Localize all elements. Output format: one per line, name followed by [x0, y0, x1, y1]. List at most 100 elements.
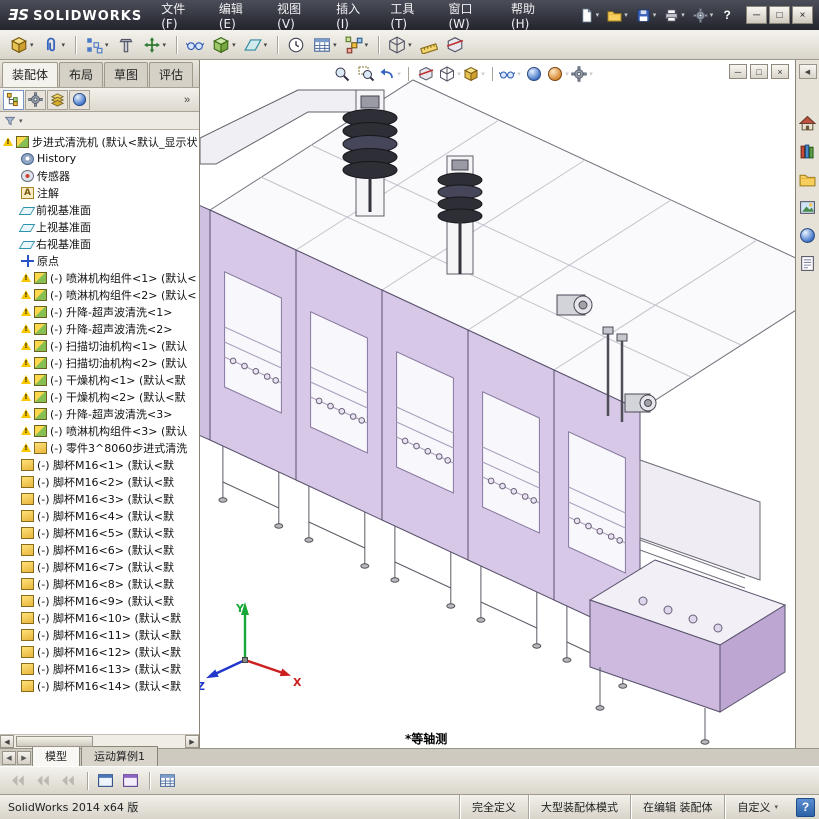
tree-item[interactable]: (-) 脚杯M16<12> (默认<默 [0, 643, 199, 660]
graphics-area[interactable]: Y X Z ─□× *等轴测 [200, 60, 795, 748]
minimize-button[interactable]: ─ [746, 6, 767, 24]
tree-item[interactable]: ! (-) 零件3^8060步进式清洗 [0, 439, 199, 456]
custom-properties-tab[interactable] [797, 253, 818, 274]
tree-item[interactable]: (-) 脚杯M16<11> (默认<默 [0, 626, 199, 643]
solidworks-resources-tab[interactable] [797, 113, 818, 134]
options-button[interactable] [690, 5, 717, 26]
tree-item[interactable]: ! (-) 扫描切油机构<2> (默认 [0, 354, 199, 371]
reference-geometry-button[interactable] [240, 32, 272, 58]
smart-fasteners-button[interactable] [113, 32, 139, 58]
document-tab[interactable]: 运动算例1 [81, 746, 158, 766]
tree-item[interactable]: ! (-) 干燥机构<1> (默认<默 [0, 371, 199, 388]
mate-button[interactable] [38, 32, 70, 58]
edit-appearance-button[interactable] [522, 63, 546, 85]
scroll-left-button[interactable]: ◀ [0, 735, 14, 748]
tree-item[interactable]: (-) 脚杯M16<1> (默认<默 [0, 456, 199, 473]
save-button[interactable] [633, 5, 660, 26]
print-button[interactable] [661, 5, 688, 26]
measure-button[interactable] [416, 32, 442, 58]
tree-item[interactable]: (-) 脚杯M16<6> (默认<默 [0, 541, 199, 558]
featuremanager-tab[interactable] [3, 89, 24, 110]
new-window-button[interactable] [87, 768, 118, 794]
view-orientation-button[interactable] [438, 63, 462, 85]
tree-item[interactable]: (-) 脚杯M16<4> (默认<默 [0, 507, 199, 524]
tree-item[interactable]: (-) 脚杯M16<3> (默认<默 [0, 490, 199, 507]
nav-first-button[interactable] [6, 768, 31, 794]
hide-show-items-button[interactable] [492, 63, 522, 85]
tree-item[interactable]: ! (-) 升降-超声波清洗<2> [0, 320, 199, 337]
maximize-button[interactable]: □ [769, 6, 790, 24]
scrollbar-track[interactable] [14, 735, 185, 748]
nav-next-button[interactable] [56, 768, 81, 794]
display-style-button[interactable] [462, 63, 486, 85]
tree-item[interactable]: ! (-) 升降-超声波清洗<1> [0, 303, 199, 320]
zoom-area-button[interactable] [354, 63, 378, 85]
appearances-scenes-tab[interactable] [797, 225, 818, 246]
scroll-right-button[interactable]: ▶ [185, 735, 199, 748]
linear-component-pattern-button[interactable] [75, 32, 113, 58]
split-window-button[interactable] [118, 768, 143, 794]
tree-item[interactable]: (-) 脚杯M16<5> (默认<默 [0, 524, 199, 541]
assembly-features-button[interactable] [208, 32, 240, 58]
tree-item[interactable]: ! (-) 喷淋机构组件<1> (默认< [0, 269, 199, 286]
previous-view-button[interactable] [378, 63, 402, 85]
command-tab[interactable]: 草图 [104, 62, 149, 87]
tree-item[interactable]: ! (-) 喷淋机构组件<3> (默认 [0, 422, 199, 439]
tree-item[interactable]: (-) 脚杯M16<10> (默认<默 [0, 609, 199, 626]
tree-item[interactable]: 右视基准面 [0, 235, 199, 252]
section-view-button[interactable] [408, 63, 438, 85]
apply-scene-button[interactable] [546, 63, 570, 85]
status-help-button[interactable]: ? [796, 797, 815, 817]
tree-scrollbar[interactable]: ◀ ▶ [0, 734, 199, 748]
doc-close-button[interactable]: × [771, 64, 789, 79]
tree-item[interactable]: 上视基准面 [0, 218, 199, 235]
document-tab[interactable]: 模型 [32, 746, 80, 766]
tree-item[interactable]: 传感器 [0, 167, 199, 184]
design-table-button[interactable] [149, 768, 180, 794]
tree-item[interactable]: ! (-) 扫描切油机构<1> (默认 [0, 337, 199, 354]
tree-item[interactable]: (-) 脚杯M16<13> (默认<默 [0, 660, 199, 677]
scrollbar-thumb[interactable] [16, 736, 93, 747]
doc-restore-button[interactable]: □ [750, 64, 768, 79]
tree-item[interactable]: (-) 脚杯M16<9> (默认<默 [0, 592, 199, 609]
tree-item[interactable]: ! (-) 干燥机构<2> (默认<默 [0, 388, 199, 405]
tree-item[interactable]: 原点 [0, 252, 199, 269]
new-document-button[interactable] [576, 5, 603, 26]
view-settings-button[interactable] [570, 63, 594, 85]
show-hidden-components-button[interactable] [176, 32, 208, 58]
tree-item[interactable]: (-) 脚杯M16<7> (默认<默 [0, 558, 199, 575]
tree-item[interactable]: 注解 [0, 184, 199, 201]
tree-filter-bar[interactable]: ▾ [0, 112, 199, 130]
configurationmanager-tab[interactable] [47, 89, 68, 110]
section-tool-button[interactable] [442, 32, 468, 58]
command-tab[interactable]: 评估 [149, 62, 194, 87]
new-motion-study-button[interactable] [277, 32, 309, 58]
zoom-fit-button[interactable] [330, 63, 354, 85]
tab-scroll-left-button[interactable]: ◀ [2, 751, 16, 765]
tree-item[interactable]: ! (-) 喷淋机构组件<2> (默认< [0, 286, 199, 303]
open-button[interactable] [604, 5, 631, 26]
command-tab[interactable]: 布局 [59, 62, 104, 87]
help-button[interactable]: ? [716, 8, 738, 22]
file-explorer-tab[interactable] [797, 169, 818, 190]
insert-component-button[interactable] [6, 32, 38, 58]
tree-item[interactable]: 前视基准面 [0, 201, 199, 218]
interference-detection-button[interactable] [378, 32, 416, 58]
move-component-button[interactable] [139, 32, 171, 58]
exploded-view-button[interactable] [341, 32, 373, 58]
view-palette-tab[interactable] [797, 197, 818, 218]
panel-overflow-button[interactable]: » [178, 94, 196, 106]
tree-item[interactable]: (-) 脚杯M16<14> (默认<默 [0, 677, 199, 694]
close-button[interactable]: × [792, 6, 813, 24]
tree-item[interactable]: ! (-) 升降-超声波清洗<3> [0, 405, 199, 422]
design-library-tab[interactable] [797, 141, 818, 162]
propertymanager-tab[interactable] [25, 89, 46, 110]
task-pane-collapse-button[interactable]: ◀ [798, 64, 817, 79]
displaymanager-tab[interactable] [69, 89, 90, 110]
tree-item[interactable]: (-) 脚杯M16<8> (默认<默 [0, 575, 199, 592]
tree-item[interactable]: ! 步进式清洗机 (默认<默认_显示状 [0, 133, 199, 150]
bill-of-materials-button[interactable] [309, 32, 341, 58]
tree-item[interactable]: (-) 脚杯M16<2> (默认<默 [0, 473, 199, 490]
tree-item[interactable]: History [0, 150, 199, 167]
command-tab[interactable]: 装配体 [2, 62, 59, 87]
